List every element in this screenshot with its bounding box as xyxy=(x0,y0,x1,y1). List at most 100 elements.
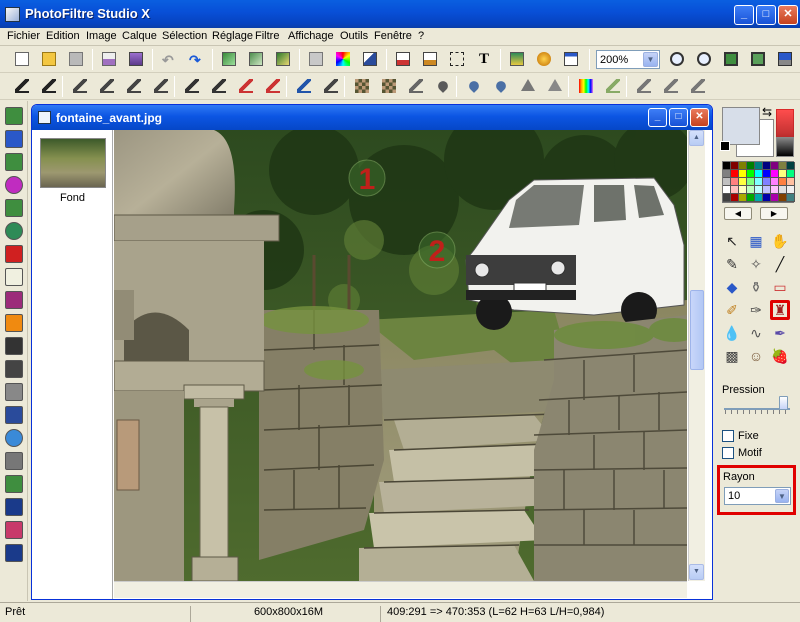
menu-fichier[interactable]: Fichier xyxy=(7,30,40,42)
color-mode-button[interactable] xyxy=(332,49,354,70)
color-palette[interactable] xyxy=(722,161,795,203)
palette-swatch[interactable] xyxy=(779,162,787,170)
magic-wand-icon[interactable]: ✧ xyxy=(746,254,766,274)
palette-swatch[interactable] xyxy=(763,170,771,178)
window-button[interactable] xyxy=(560,49,582,70)
gradient-icon[interactable] xyxy=(5,291,23,309)
save-2000-icon[interactable] xyxy=(5,498,23,516)
auto-contrast-button[interactable] xyxy=(11,76,33,97)
menu-edition[interactable]: Edition xyxy=(46,30,80,42)
pen-icon[interactable]: ✑ xyxy=(746,300,766,320)
screen-icon[interactable] xyxy=(5,475,23,493)
spray-icon[interactable]: ⚱ xyxy=(746,277,766,297)
fixe-checkbox[interactable] xyxy=(722,430,734,442)
palette-swatch[interactable] xyxy=(755,162,763,170)
eraser-icon[interactable]: ▭ xyxy=(770,277,790,297)
image-canvas[interactable]: 1 2 xyxy=(114,130,687,581)
menu-selection[interactable]: Sélection xyxy=(162,30,207,42)
palette-swatch[interactable] xyxy=(747,178,755,186)
record-icon[interactable] xyxy=(5,521,23,539)
auto-level-button[interactable] xyxy=(38,76,60,97)
palette-swatch[interactable] xyxy=(739,194,747,202)
palette-swatch[interactable] xyxy=(779,186,787,194)
saturation-plus-button[interactable] xyxy=(262,76,284,97)
brush-icon[interactable]: ✐ xyxy=(722,300,742,320)
layers-icon[interactable] xyxy=(5,130,23,148)
emboss-button[interactable] xyxy=(544,76,566,97)
save-html-icon[interactable] xyxy=(5,544,23,562)
flower-icon[interactable] xyxy=(5,360,23,378)
palette-swatch[interactable] xyxy=(723,186,731,194)
document-alt-button[interactable] xyxy=(419,49,441,70)
palette-swatch[interactable] xyxy=(739,162,747,170)
brightness-plus-button[interactable] xyxy=(96,76,118,97)
palette-button[interactable] xyxy=(602,76,624,97)
mosaic-button[interactable] xyxy=(351,76,373,97)
horizontal-scrollbar[interactable] xyxy=(114,581,687,598)
chevron-down-icon[interactable]: ▼ xyxy=(775,489,789,503)
star-icon[interactable] xyxy=(5,245,23,263)
new-file-button[interactable] xyxy=(11,49,33,70)
palette-swatch[interactable] xyxy=(739,170,747,178)
palette-swatch[interactable] xyxy=(731,186,739,194)
palette-prev-button[interactable]: ◀ xyxy=(724,207,752,220)
fx-icon[interactable] xyxy=(5,337,23,355)
contrast-minus-button[interactable] xyxy=(123,76,145,97)
maximize-button[interactable]: □ xyxy=(756,5,776,25)
palette-swatch[interactable] xyxy=(731,162,739,170)
palette-swatch[interactable] xyxy=(723,162,731,170)
transform-button[interactable] xyxy=(359,49,381,70)
palette-swatch[interactable] xyxy=(763,186,771,194)
menu-outils[interactable]: Outils xyxy=(340,30,368,42)
calculator-icon[interactable] xyxy=(5,107,23,125)
histogram-icon[interactable] xyxy=(5,406,23,424)
palette-swatch[interactable] xyxy=(739,186,747,194)
doc-maximize-button[interactable]: □ xyxy=(669,108,688,127)
palette-swatch[interactable] xyxy=(779,178,787,186)
pression-slider-thumb[interactable] xyxy=(779,396,788,410)
rect-select-icon[interactable]: ▦ xyxy=(746,231,766,251)
palette-swatch[interactable] xyxy=(763,178,771,186)
pixel-button[interactable] xyxy=(378,76,400,97)
undo-button[interactable]: ↶ xyxy=(158,49,180,70)
palette-swatch[interactable] xyxy=(787,194,795,202)
monitor-icon[interactable] xyxy=(5,153,23,171)
palette-swatch[interactable] xyxy=(763,162,771,170)
actual-size-button[interactable] xyxy=(747,49,769,70)
palette-swatch[interactable] xyxy=(771,186,779,194)
palette-swatch[interactable] xyxy=(763,194,771,202)
portrait-icon[interactable]: ☺ xyxy=(746,346,766,366)
filter-button[interactable] xyxy=(533,49,555,70)
eyedropper-icon[interactable]: ✎ xyxy=(722,254,742,274)
minimize-button[interactable]: _ xyxy=(734,5,754,25)
menu-help[interactable]: ? xyxy=(418,30,424,42)
doc-close-button[interactable]: ✕ xyxy=(690,108,709,127)
menu-fenetre[interactable]: Fenêtre xyxy=(374,30,412,42)
selection-button[interactable] xyxy=(446,49,468,70)
gamma-minus-button[interactable] xyxy=(181,76,203,97)
scroll-down-icon[interactable]: ▼ xyxy=(689,564,704,580)
redo-button[interactable]: ↷ xyxy=(185,49,207,70)
doc-minimize-button[interactable]: _ xyxy=(648,108,667,127)
paste-button[interactable] xyxy=(245,49,267,70)
palette-swatch[interactable] xyxy=(771,194,779,202)
bucket-icon[interactable]: ◆ xyxy=(722,277,742,297)
zoom-select[interactable]: 200% ▼ xyxy=(596,50,660,69)
palette-next-button[interactable]: ▶ xyxy=(760,207,788,220)
palette-swatch[interactable] xyxy=(731,194,739,202)
copy-button[interactable] xyxy=(218,49,240,70)
print-small-button[interactable] xyxy=(687,76,709,97)
strawberry-icon[interactable]: 🍓 xyxy=(770,346,790,366)
close-button[interactable]: ✕ xyxy=(778,5,798,25)
line-icon[interactable]: ╱ xyxy=(770,254,790,274)
scroll-up-icon[interactable]: ▲ xyxy=(689,130,704,146)
menu-image[interactable]: Image xyxy=(86,30,117,42)
vertical-scrollbar[interactable]: ▲ ▼ xyxy=(688,130,705,581)
noise-button[interactable] xyxy=(405,76,427,97)
plugin-icon[interactable] xyxy=(5,199,23,217)
palette-swatch[interactable] xyxy=(771,170,779,178)
document-button[interactable] xyxy=(392,49,414,70)
image-effect-button[interactable] xyxy=(506,49,528,70)
drop-icon[interactable] xyxy=(5,429,23,447)
palette-swatch[interactable] xyxy=(747,170,755,178)
